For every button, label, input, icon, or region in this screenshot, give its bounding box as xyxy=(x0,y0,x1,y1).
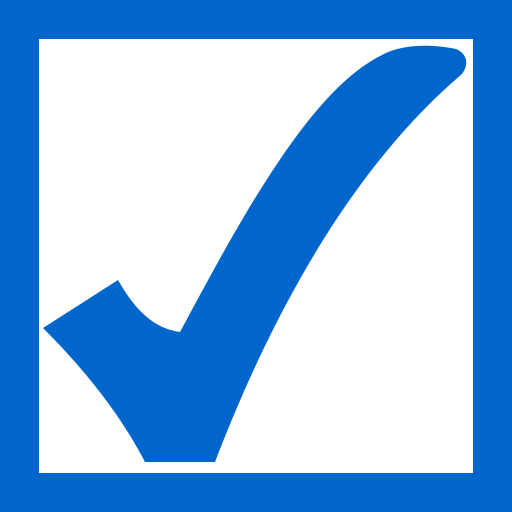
checkbox[interactable] xyxy=(0,0,512,512)
